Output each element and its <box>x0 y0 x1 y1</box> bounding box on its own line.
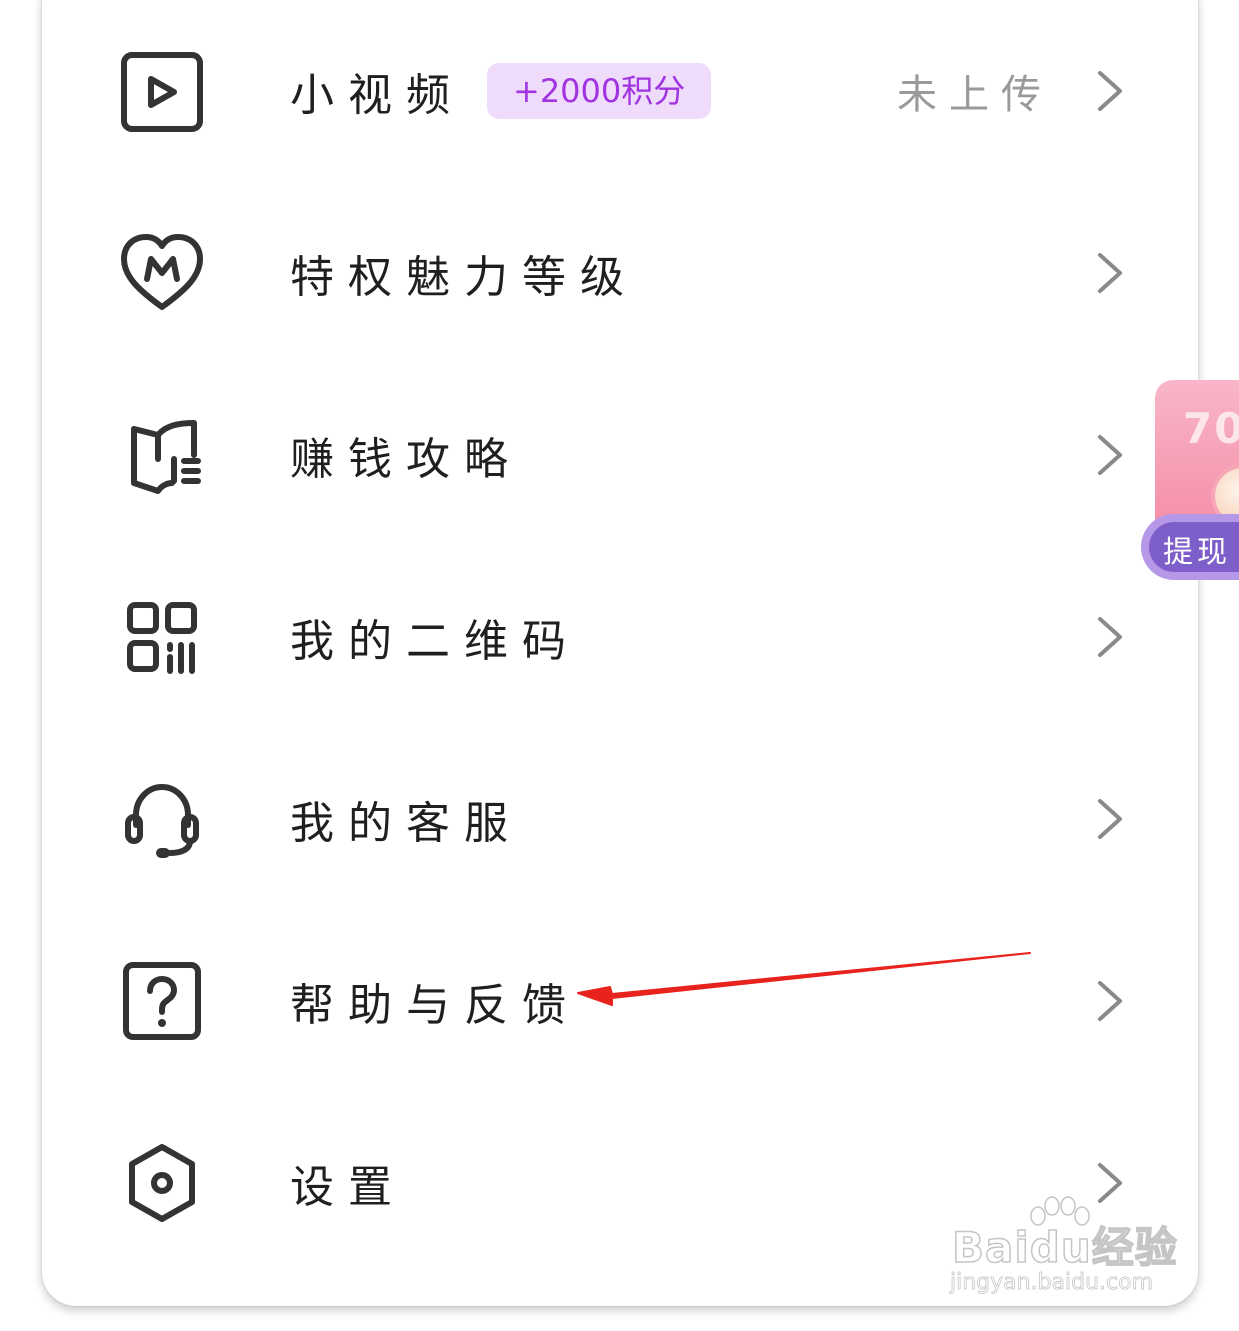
widget-amount: 70 <box>1183 404 1239 453</box>
upload-status-text: 未上传 <box>897 72 1053 118</box>
guide-book-icon <box>120 413 204 497</box>
baidu-jingyan-watermark: Baidu经验 jingyan.baidu.com <box>944 1196 1184 1306</box>
qr-code-icon <box>120 595 204 679</box>
chevron-right-icon <box>1098 71 1122 111</box>
menu-item-privilege-level[interactable]: 特权魅力等级 <box>42 182 1198 364</box>
chevron-right-icon <box>1098 617 1122 657</box>
question-mark-icon <box>120 959 204 1043</box>
settings-hexagon-icon <box>120 1141 204 1225</box>
menu-item-label: 赚钱攻略 <box>290 434 522 485</box>
chevron-right-icon <box>1098 981 1122 1021</box>
chevron-right-icon <box>1098 799 1122 839</box>
menu-item-label: 设置 <box>290 1162 406 1213</box>
profile-menu-page: 小视频 +2000积分 未上传 特权魅力等级 赚钱攻略 我的二维码 我的客服 帮… <box>0 0 1239 1331</box>
menu-item-customer-service[interactable]: 我的客服 <box>42 728 1198 910</box>
points-reward-badge: +2000积分 <box>487 63 712 119</box>
menu-item-label: 特权魅力等级 <box>290 252 638 303</box>
menu-item-label: 我的二维码 <box>290 616 580 667</box>
menu-item-label: 我的客服 <box>290 798 522 849</box>
headset-icon <box>120 777 204 861</box>
heart-m-icon <box>120 231 204 315</box>
watermark-brand: Baidu经验 <box>951 1222 1178 1273</box>
red-packet-card: 70 <box>1155 380 1239 525</box>
menu-item-label: 小视频 <box>290 70 464 121</box>
menu-item-help-feedback[interactable]: 帮助与反馈 <box>42 910 1198 1092</box>
chevron-right-icon <box>1098 253 1122 293</box>
floating-withdraw-widget[interactable]: 70 提现 <box>1141 380 1239 585</box>
menu-item-earning-guide[interactable]: 赚钱攻略 <box>42 364 1198 546</box>
menu-item-my-qr-code[interactable]: 我的二维码 <box>42 546 1198 728</box>
withdraw-label: 提现 <box>1163 535 1231 570</box>
chevron-right-icon <box>1098 435 1122 475</box>
menu-item-label: 帮助与反馈 <box>290 980 580 1031</box>
menu-item-short-video[interactable]: 小视频 +2000积分 未上传 <box>42 0 1198 182</box>
watermark-url: jingyan.baidu.com <box>950 1270 1154 1296</box>
play-video-icon <box>120 49 204 133</box>
